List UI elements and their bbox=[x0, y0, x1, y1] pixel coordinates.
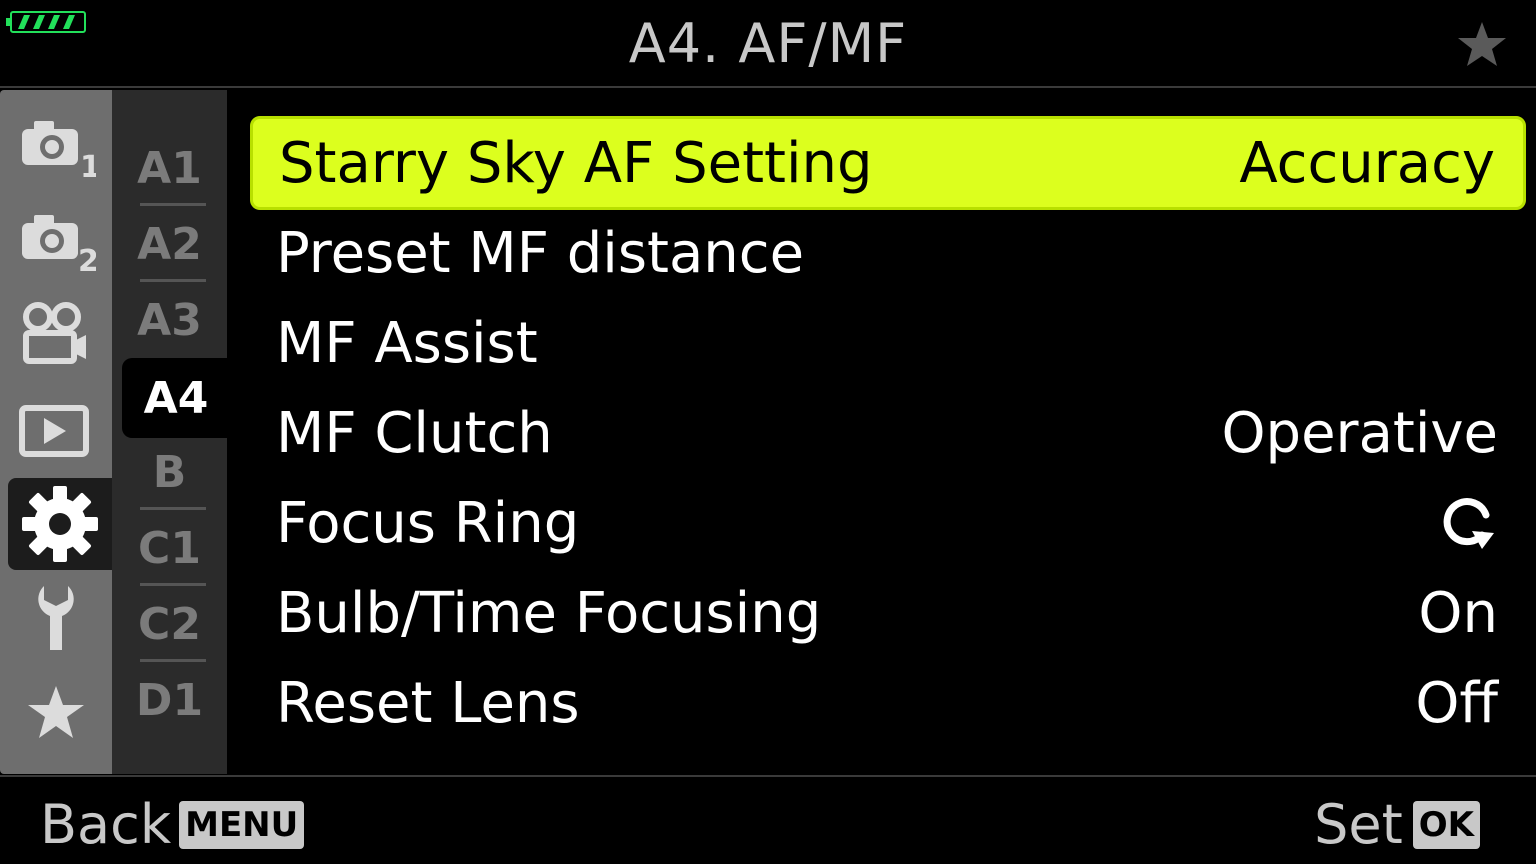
menu-item-reset-lens[interactable]: Reset Lens Off bbox=[250, 656, 1526, 750]
category-my-menu[interactable] bbox=[0, 666, 112, 758]
star-icon bbox=[28, 686, 84, 738]
menu-key-badge: MENU bbox=[179, 800, 305, 849]
footer-bar: Back MENU Set OK bbox=[0, 777, 1536, 864]
menu-item-focus-ring[interactable]: Focus Ring bbox=[250, 476, 1526, 570]
playback-icon bbox=[19, 405, 89, 457]
category-playback-menu[interactable] bbox=[0, 386, 112, 478]
subtab-c2[interactable]: C2 bbox=[112, 586, 227, 662]
subtab-a1[interactable]: A1 bbox=[112, 130, 227, 206]
svg-text:2: 2 bbox=[78, 244, 96, 275]
menu-item-label: MF Clutch bbox=[276, 400, 553, 466]
menu-item-label: Preset MF distance bbox=[276, 220, 805, 286]
menu-item-label: Bulb/Time Focusing bbox=[276, 580, 822, 646]
subtab-b[interactable]: B bbox=[112, 434, 227, 510]
subtab-d1[interactable]: D1 bbox=[112, 662, 227, 738]
menu-item-label: MF Assist bbox=[276, 310, 538, 376]
subtab-a2[interactable]: A2 bbox=[112, 206, 227, 282]
back-button[interactable]: Back MENU bbox=[40, 793, 305, 856]
category-video-menu[interactable] bbox=[0, 288, 112, 380]
menu-item-preset-mf-distance[interactable]: Preset MF distance bbox=[250, 206, 1526, 300]
menu-item-starry-sky-af[interactable]: Starry Sky AF Setting Accuracy bbox=[250, 116, 1526, 210]
header-bar: A4. AF/MF bbox=[0, 0, 1536, 86]
menu-item-bulb-time-focusing[interactable]: Bulb/Time Focusing On bbox=[250, 566, 1526, 660]
category-setup-menu[interactable] bbox=[0, 572, 112, 664]
category-shooting-menu-1[interactable]: 1 bbox=[0, 100, 112, 192]
menu-item-value: Operative bbox=[1221, 400, 1498, 466]
header-divider bbox=[0, 86, 1536, 88]
subtab-a3[interactable]: A3 bbox=[112, 282, 227, 358]
menu-item-value: On bbox=[1418, 580, 1498, 646]
svg-text:1: 1 bbox=[80, 150, 96, 181]
movie-camera-icon bbox=[23, 302, 86, 364]
wrench-icon bbox=[38, 586, 74, 650]
back-label: Back bbox=[40, 793, 172, 856]
subtab-a4[interactable]: A4 bbox=[122, 358, 230, 438]
subtab-column: A1 A2 A3 A4 B C1 C2 D1 bbox=[112, 90, 230, 774]
camera-2-icon: 2 bbox=[22, 215, 96, 275]
category-sidebar: 1 2 bbox=[0, 90, 112, 774]
menu-item-label: Starry Sky AF Setting bbox=[279, 130, 873, 196]
menu-item-mf-assist[interactable]: MF Assist bbox=[250, 296, 1526, 390]
menu-item-value: Off bbox=[1415, 670, 1498, 736]
page-title: A4. AF/MF bbox=[628, 12, 908, 75]
camera-1-icon: 1 bbox=[22, 121, 96, 181]
ok-key-badge: OK bbox=[1412, 800, 1480, 849]
menu-item-mf-clutch[interactable]: MF Clutch Operative bbox=[250, 386, 1526, 480]
subtab-c1[interactable]: C1 bbox=[112, 510, 227, 586]
category-custom-menu[interactable] bbox=[8, 478, 112, 570]
menu-item-label: Focus Ring bbox=[276, 490, 580, 556]
category-shooting-menu-2[interactable]: 2 bbox=[0, 194, 112, 286]
set-button[interactable]: Set OK bbox=[1314, 793, 1480, 856]
clockwise-arrow-icon bbox=[1443, 498, 1494, 549]
gear-icon bbox=[22, 486, 98, 562]
menu-item-label: Reset Lens bbox=[276, 670, 580, 736]
set-label: Set bbox=[1314, 793, 1403, 856]
menu-item-value: Accuracy bbox=[1239, 130, 1495, 196]
favorite-star-icon[interactable] bbox=[1456, 20, 1508, 68]
